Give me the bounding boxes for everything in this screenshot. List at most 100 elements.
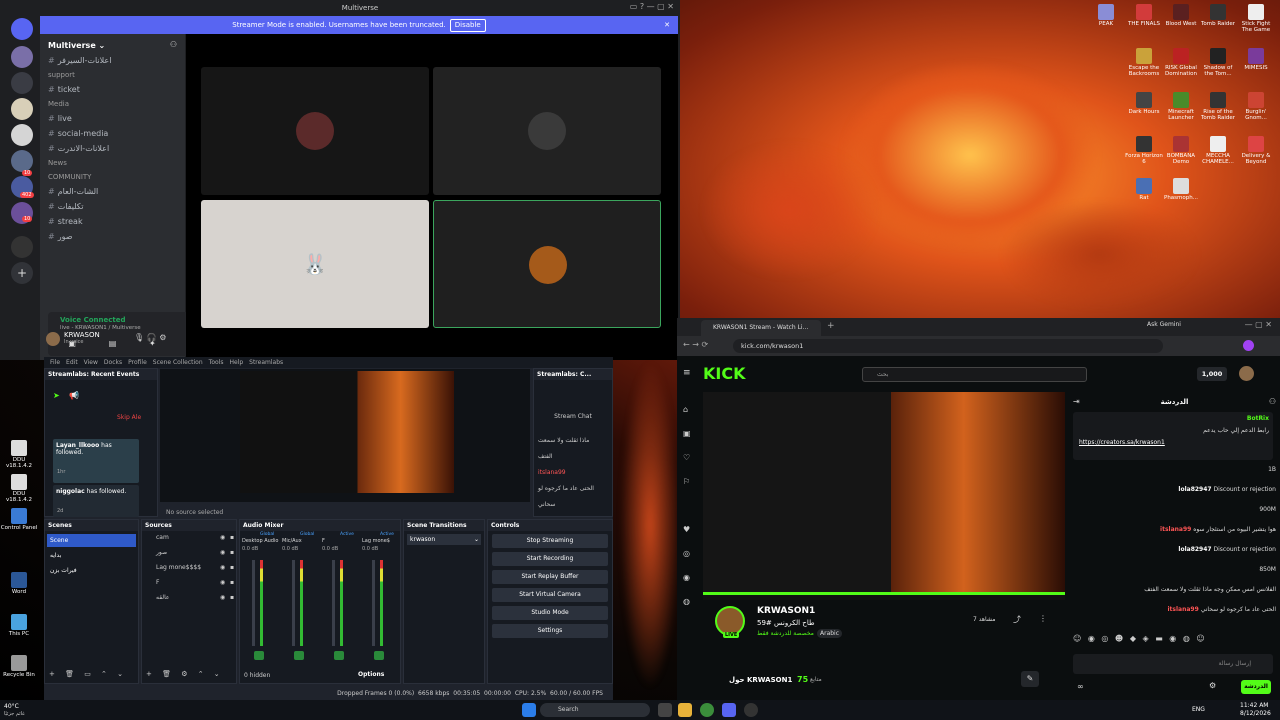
desktop-icon[interactable]: THE FINALS [1125, 4, 1163, 27]
source-item[interactable]: صور [156, 549, 216, 556]
scene-item[interactable]: بدايه [47, 549, 136, 562]
lock-icon[interactable]: ▪ [230, 564, 234, 571]
mute-icon[interactable] [254, 651, 264, 660]
kick-logo[interactable]: KICK [703, 364, 746, 383]
options-button[interactable]: Options [358, 671, 384, 678]
pinned-link[interactable]: https://creators.sa/krwason1 [1079, 439, 1269, 447]
visibility-icon[interactable]: ◉ [220, 579, 225, 586]
skip-alert-button[interactable]: Skip Ale [117, 414, 141, 421]
server-icon[interactable] [11, 46, 33, 68]
share-icon[interactable]: ⤴ [1013, 614, 1021, 625]
server-icon[interactable] [11, 150, 33, 172]
scene-toolbar[interactable]: + 🗑 ▭ ⌃ ⌄ [49, 670, 127, 678]
desktop-icon[interactable]: This PC [0, 614, 38, 637]
desktop-icon[interactable]: DDU v18.1.4.2 [0, 440, 38, 469]
pinned-user[interactable]: BotRix [1079, 415, 1269, 423]
source-item[interactable]: F [156, 579, 216, 586]
stream-subtitle[interactable]: مخصصة للدردشة فقط [757, 630, 814, 637]
new-tab-button[interactable]: + [827, 321, 835, 331]
menu-item[interactable]: Tools [209, 359, 224, 366]
scene-item[interactable]: فيرات بزن [47, 564, 136, 577]
volume-slider[interactable] [252, 560, 255, 646]
chat-input[interactable]: إرسال رسالة [1073, 654, 1273, 674]
desktop-icon[interactable]: Minecraft Launcher [1162, 92, 1200, 121]
channel-item[interactable]: # الشات-العام [48, 187, 98, 196]
visibility-icon[interactable]: ◉ [220, 534, 225, 541]
mute-icon[interactable] [334, 651, 344, 660]
nav-icons[interactable]: ← → ⟳ [683, 340, 708, 349]
task-view-icon[interactable] [658, 703, 672, 717]
channel-item[interactable]: # تكليفات [48, 202, 83, 211]
chat-username[interactable]: itslana99 [1160, 526, 1191, 533]
menu-item[interactable]: View [84, 359, 98, 366]
profile-avatar[interactable] [1243, 340, 1254, 351]
server-icon[interactable] [11, 72, 33, 94]
obs-taskbar-icon[interactable] [744, 703, 758, 717]
desktop-icon[interactable]: MIMESIS [1237, 48, 1275, 71]
control-button[interactable]: Start Replay Buffer [492, 570, 608, 584]
desktop-icon[interactable]: Blood West [1162, 4, 1200, 27]
add-server-icon[interactable]: + [11, 262, 33, 284]
mute-icon[interactable] [294, 651, 304, 660]
lock-icon[interactable]: ▪ [230, 549, 234, 556]
participant-tile[interactable] [433, 67, 661, 195]
emote-picker-icon[interactable]: ∞ [1077, 682, 1084, 691]
channel-item[interactable]: # صور [48, 232, 73, 241]
chat-username[interactable]: lola82947 [1178, 546, 1211, 553]
settings-icon[interactable]: ⚙ [1209, 681, 1216, 690]
volume-slider[interactable] [372, 560, 375, 646]
tab-kick[interactable]: KRWASON1 Stream - Watch Li... [701, 320, 821, 336]
file-explorer-icon[interactable] [678, 703, 692, 717]
channel-item[interactable]: # اعلانات-السيرفر [48, 56, 111, 65]
streamer-name[interactable]: KRWASON1 [757, 606, 815, 616]
server-icon[interactable] [11, 236, 33, 258]
avatar[interactable] [46, 332, 60, 346]
volume-slider[interactable] [292, 560, 295, 646]
users-icon[interactable]: ⚇ [1269, 397, 1276, 406]
desktop-icon[interactable]: DDU v18.1.4.2 [0, 474, 38, 503]
menu-item[interactable]: Help [229, 359, 243, 366]
desktop-icon[interactable]: Delivery & Beyond [1237, 136, 1275, 165]
weather-temp[interactable]: 40°C [4, 703, 19, 710]
desktop-icon[interactable]: RISK Global Domination [1162, 48, 1200, 77]
source-item[interactable]: cam [156, 534, 216, 541]
more-icon[interactable]: ⋮ [1039, 614, 1047, 623]
channel-item[interactable]: # streak [48, 217, 83, 226]
desktop-icon[interactable]: Burglin' Gnom... [1237, 92, 1275, 121]
menu-icon[interactable]: ≡ [683, 368, 691, 378]
desktop-icon[interactable]: Word [0, 572, 38, 595]
volume-slider[interactable] [332, 560, 335, 646]
scene-item[interactable]: Scene [47, 534, 136, 547]
send-chat-button[interactable]: الدردشة [1241, 680, 1271, 694]
lock-icon[interactable]: ▪ [230, 579, 234, 586]
menu-item[interactable]: File [50, 359, 60, 366]
desktop-icon[interactable]: Forza Horizon 6 [1125, 136, 1163, 165]
visibility-icon[interactable]: ◉ [220, 549, 225, 556]
channel-item[interactable]: # اعلانات-الاندرت [48, 144, 109, 153]
desktop-icon[interactable]: Shadow of the Tom... [1199, 48, 1237, 77]
server-icon[interactable] [11, 98, 33, 120]
channel-item[interactable]: # ticket [48, 85, 80, 94]
control-button[interactable]: Studio Mode [492, 606, 608, 620]
visibility-icon[interactable]: ◉ [220, 594, 225, 601]
channel-item[interactable]: # social-media [48, 129, 108, 138]
invite-icon[interactable]: ⚇ [170, 40, 177, 49]
desktop-icon[interactable]: Escape the Backrooms [1125, 48, 1163, 77]
emote-row[interactable]: ☺ ◉ ◎ ☻ ◆ ◈ ▬ ◉ ◍ ☺ [1073, 634, 1273, 648]
window-controls[interactable]: ▭ ? — ▢ ✕ [630, 2, 674, 11]
send-icon[interactable]: ➤ [53, 391, 60, 400]
desktop-icon[interactable]: Rise of the Tomb Raider [1199, 92, 1237, 121]
progress-bar[interactable] [703, 592, 1065, 595]
control-button[interactable]: Start Virtual Camera [492, 588, 608, 602]
participant-tile[interactable] [201, 67, 429, 195]
transition-select[interactable]: krwason ⌄ [407, 534, 481, 545]
menu-item[interactable]: Scene Collection [153, 359, 203, 366]
desktop-icon[interactable]: PEAK [1087, 4, 1125, 27]
control-button[interactable]: Settings [492, 624, 608, 638]
visibility-icon[interactable]: ◉ [220, 564, 225, 571]
menu-item[interactable]: Docks [104, 359, 122, 366]
megaphone-icon[interactable]: 📢 [69, 391, 79, 400]
desktop-icon[interactable]: Tomb Raider [1199, 4, 1237, 27]
sources-toolbar[interactable]: + 🗑 ⚙ ⌃ ⌄ [146, 670, 224, 678]
collapse-icon[interactable]: ⇥ [1073, 397, 1080, 406]
